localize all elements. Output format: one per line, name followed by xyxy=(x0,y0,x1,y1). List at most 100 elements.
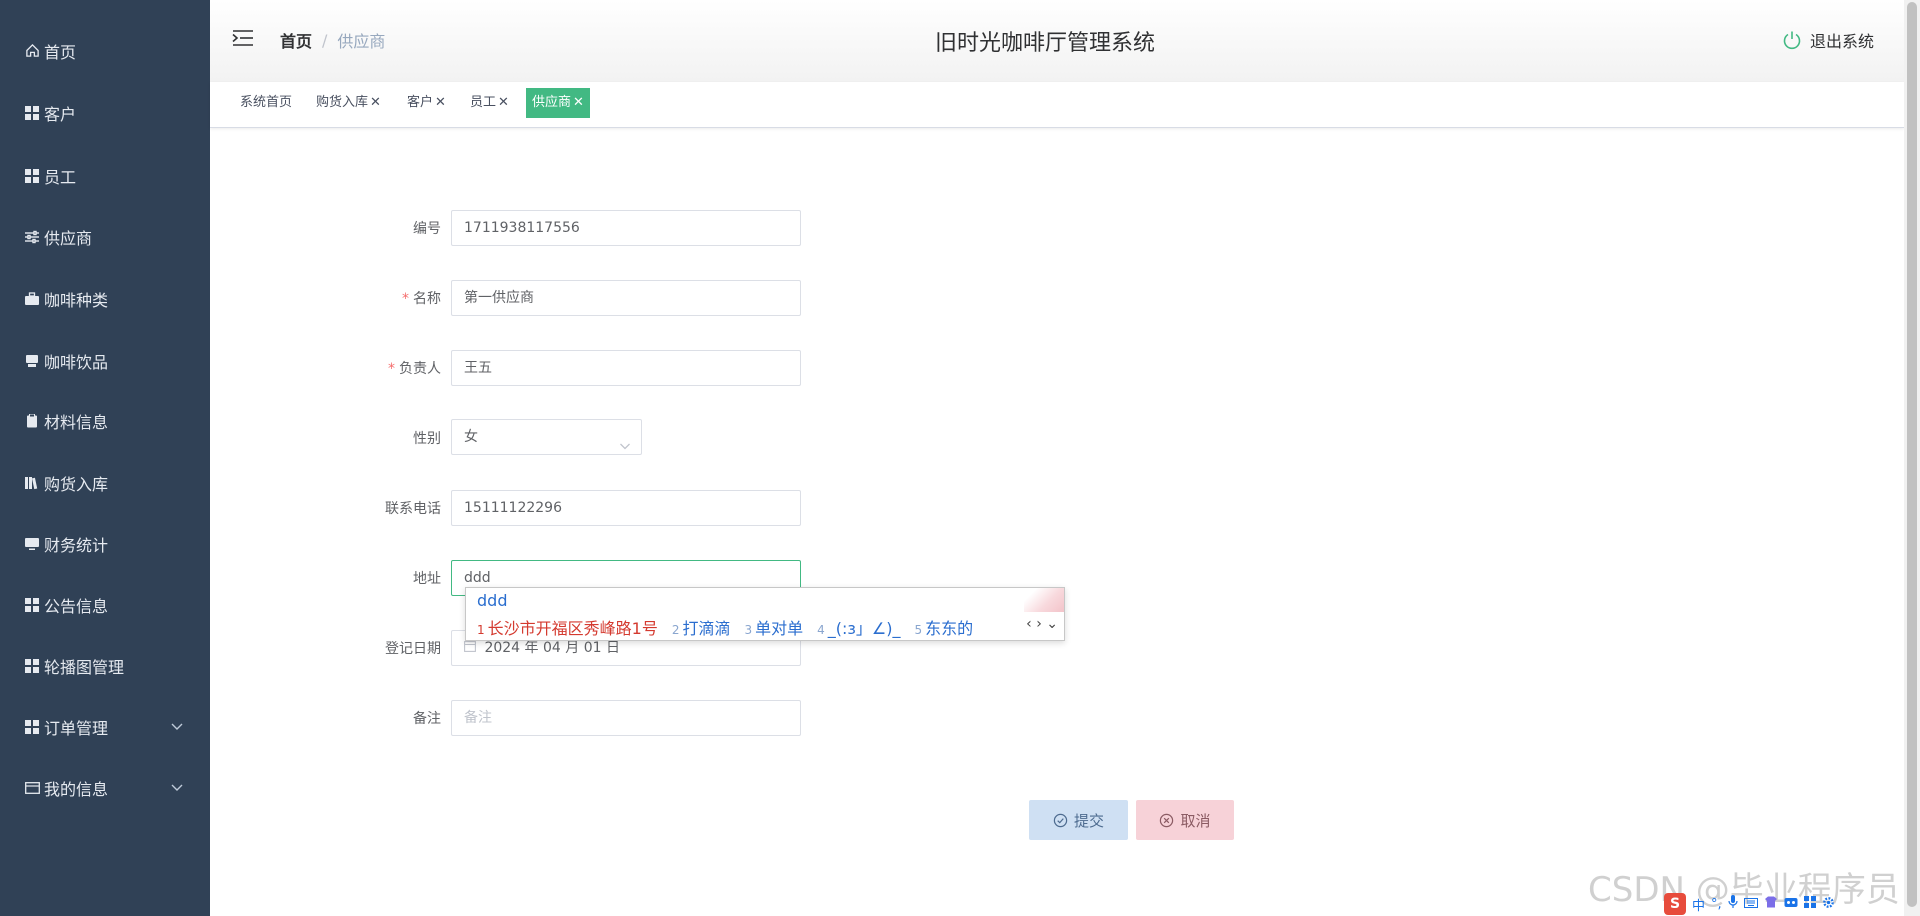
apps-icon[interactable] xyxy=(1803,896,1816,912)
grid-icon xyxy=(24,105,40,121)
close-icon[interactable]: ✕ xyxy=(435,95,446,110)
home-icon xyxy=(24,43,40,59)
tag-label: 客户 xyxy=(407,95,434,110)
punctuation-mode[interactable]: °, xyxy=(1711,897,1722,912)
address-label: 地址 xyxy=(413,571,441,587)
sidebar-item-coffee-types[interactable]: 咖啡种类 xyxy=(0,268,210,329)
note-label: 备注 xyxy=(413,711,441,727)
sidebar-item-label: 轮播图管理 xyxy=(44,657,125,677)
note-field[interactable]: 备注 xyxy=(451,700,801,736)
tag-label: 购货入库 xyxy=(316,95,369,110)
sidebar-item-label: 财务统计 xyxy=(44,535,109,555)
phone-label: 联系电话 xyxy=(385,501,441,517)
check-circle-icon xyxy=(1053,813,1068,827)
tag-home[interactable]: 系统首页 xyxy=(234,88,298,118)
books-icon xyxy=(24,475,40,491)
sidebar-item-label: 咖啡种类 xyxy=(44,290,109,310)
microphone-icon[interactable] xyxy=(1728,895,1738,913)
sidebar-item-label: 供应商 xyxy=(44,228,93,248)
chevron-down-icon xyxy=(170,779,186,795)
candidate-number: 4 xyxy=(817,623,825,637)
code-field[interactable]: 1711938117556 xyxy=(451,210,801,246)
grid-icon xyxy=(24,658,40,674)
candidate-number: 2 xyxy=(671,623,680,637)
close-icon[interactable]: ✕ xyxy=(370,95,381,110)
sidebar-item-purchase[interactable]: 购货入库 xyxy=(0,452,210,513)
sidebar-item-notices[interactable]: 公告信息 xyxy=(0,574,210,635)
manager-label: * 负责人 xyxy=(211,359,441,379)
close-icon[interactable]: ✕ xyxy=(573,95,584,110)
sidebar-item-label: 员工 xyxy=(44,167,77,187)
sidebar-item-materials[interactable]: 材料信息 xyxy=(0,390,210,451)
gender-label: 性别 xyxy=(413,431,441,447)
name-label: * 名称 xyxy=(211,289,441,309)
tag-label: 供应商 xyxy=(532,95,572,110)
ime-page-nav[interactable]: ‹ › ⌄ xyxy=(1026,616,1058,632)
sidebar: 首页 客户 员工 供应商 咖啡种类 咖啡饮品 材料信息 购货入库 财务统计 公告… xyxy=(0,0,210,916)
sidebar-item-home[interactable]: 首页 xyxy=(0,20,210,81)
date-value: 2024 年 04 月 01 日 xyxy=(484,640,620,656)
manager-label-text: 负责人 xyxy=(399,361,441,377)
close-circle-icon xyxy=(1160,813,1174,827)
logout-label: 退出系统 xyxy=(1809,32,1874,51)
ime-mode[interactable]: 中 xyxy=(1692,895,1705,914)
briefcase-icon xyxy=(24,291,40,307)
ime-candidate[interactable]: 3 单对单 xyxy=(744,615,803,639)
ime-skin-decoration xyxy=(1024,588,1064,612)
sidebar-item-carousel[interactable]: 轮播图管理 xyxy=(0,635,210,696)
sidebar-item-staff[interactable]: 员工 xyxy=(0,145,210,206)
ime-candidate[interactable]: 4 _(:з」∠)_ xyxy=(817,615,900,639)
app-title: 旧时光咖啡厅管理系统 xyxy=(934,31,1155,56)
ime-composition: ddd xyxy=(477,591,508,610)
sidebar-item-label: 订单管理 xyxy=(44,718,109,738)
candidate-number: 5 xyxy=(914,623,923,637)
tag-purchase[interactable]: 购货入库 ✕ xyxy=(310,88,387,118)
toolbox-icon[interactable] xyxy=(1784,896,1798,912)
candidate-number: 3 xyxy=(744,623,753,637)
sidebar-item-orders[interactable]: 订单管理 xyxy=(0,696,210,757)
sidebar-item-label: 客户 xyxy=(44,104,77,124)
sliders-icon xyxy=(24,229,40,245)
vertical-scrollbar[interactable] xyxy=(1904,0,1920,916)
sidebar-item-label: 材料信息 xyxy=(44,412,109,432)
manager-field[interactable]: 王五 xyxy=(451,350,801,386)
sidebar-item-finance[interactable]: 财务统计 xyxy=(0,513,210,574)
required-mark: * xyxy=(388,361,395,377)
tags-view: 系统首页 购货入库 ✕ 客户 ✕ 员工 ✕ 供应商 ✕ xyxy=(210,82,1904,128)
printer-icon xyxy=(24,353,40,369)
tag-staff[interactable]: 员工 ✕ xyxy=(464,88,515,118)
gender-select[interactable]: 女 xyxy=(451,419,642,455)
tag-label: 系统首页 xyxy=(240,95,293,110)
sidebar-item-label: 首页 xyxy=(44,42,77,62)
candidate-text: _(:з」∠)_ xyxy=(827,619,901,638)
tag-suppliers[interactable]: 供应商 ✕ xyxy=(526,88,590,118)
sidebar-item-my-info[interactable]: 我的信息 xyxy=(0,757,210,818)
keyboard-icon[interactable] xyxy=(1743,897,1758,912)
grid-icon xyxy=(24,597,40,613)
sidebar-item-label: 咖啡饮品 xyxy=(44,352,109,372)
sidebar-item-customers[interactable]: 客户 xyxy=(0,82,210,143)
sogou-logo-icon[interactable]: S xyxy=(1664,893,1686,915)
sidebar-item-suppliers[interactable]: 供应商 xyxy=(0,206,210,267)
gender-value: 女 xyxy=(464,429,478,445)
name-field[interactable]: 第一供应商 xyxy=(451,280,801,316)
cancel-button[interactable]: 取消 xyxy=(1136,800,1234,840)
skin-icon[interactable] xyxy=(1764,896,1778,912)
close-icon[interactable]: ✕ xyxy=(498,95,509,110)
phone-field[interactable]: 15111122296 xyxy=(451,490,801,526)
logout-button[interactable]: 退出系统 xyxy=(1782,28,1874,52)
settings-icon[interactable] xyxy=(1822,896,1835,913)
chevron-down-icon xyxy=(619,431,631,454)
ime-candidate[interactable]: 1 长沙市开福区秀峰路1号 xyxy=(477,615,658,639)
power-icon xyxy=(1783,31,1801,50)
scrollbar-thumb[interactable] xyxy=(1907,2,1917,907)
submit-button[interactable]: 提交 xyxy=(1029,800,1128,840)
tag-customers[interactable]: 客户 ✕ xyxy=(401,88,452,118)
submit-label: 提交 xyxy=(1073,811,1104,830)
ime-candidate[interactable]: 2 打滴滴 xyxy=(672,615,731,639)
grid-icon xyxy=(24,719,40,735)
sidebar-item-coffee-drinks[interactable]: 咖啡饮品 xyxy=(0,330,210,391)
code-label: 编号 xyxy=(413,221,441,237)
ime-candidate[interactable]: 5 东东的 xyxy=(915,615,974,639)
sidebar-item-label: 公告信息 xyxy=(44,596,109,616)
